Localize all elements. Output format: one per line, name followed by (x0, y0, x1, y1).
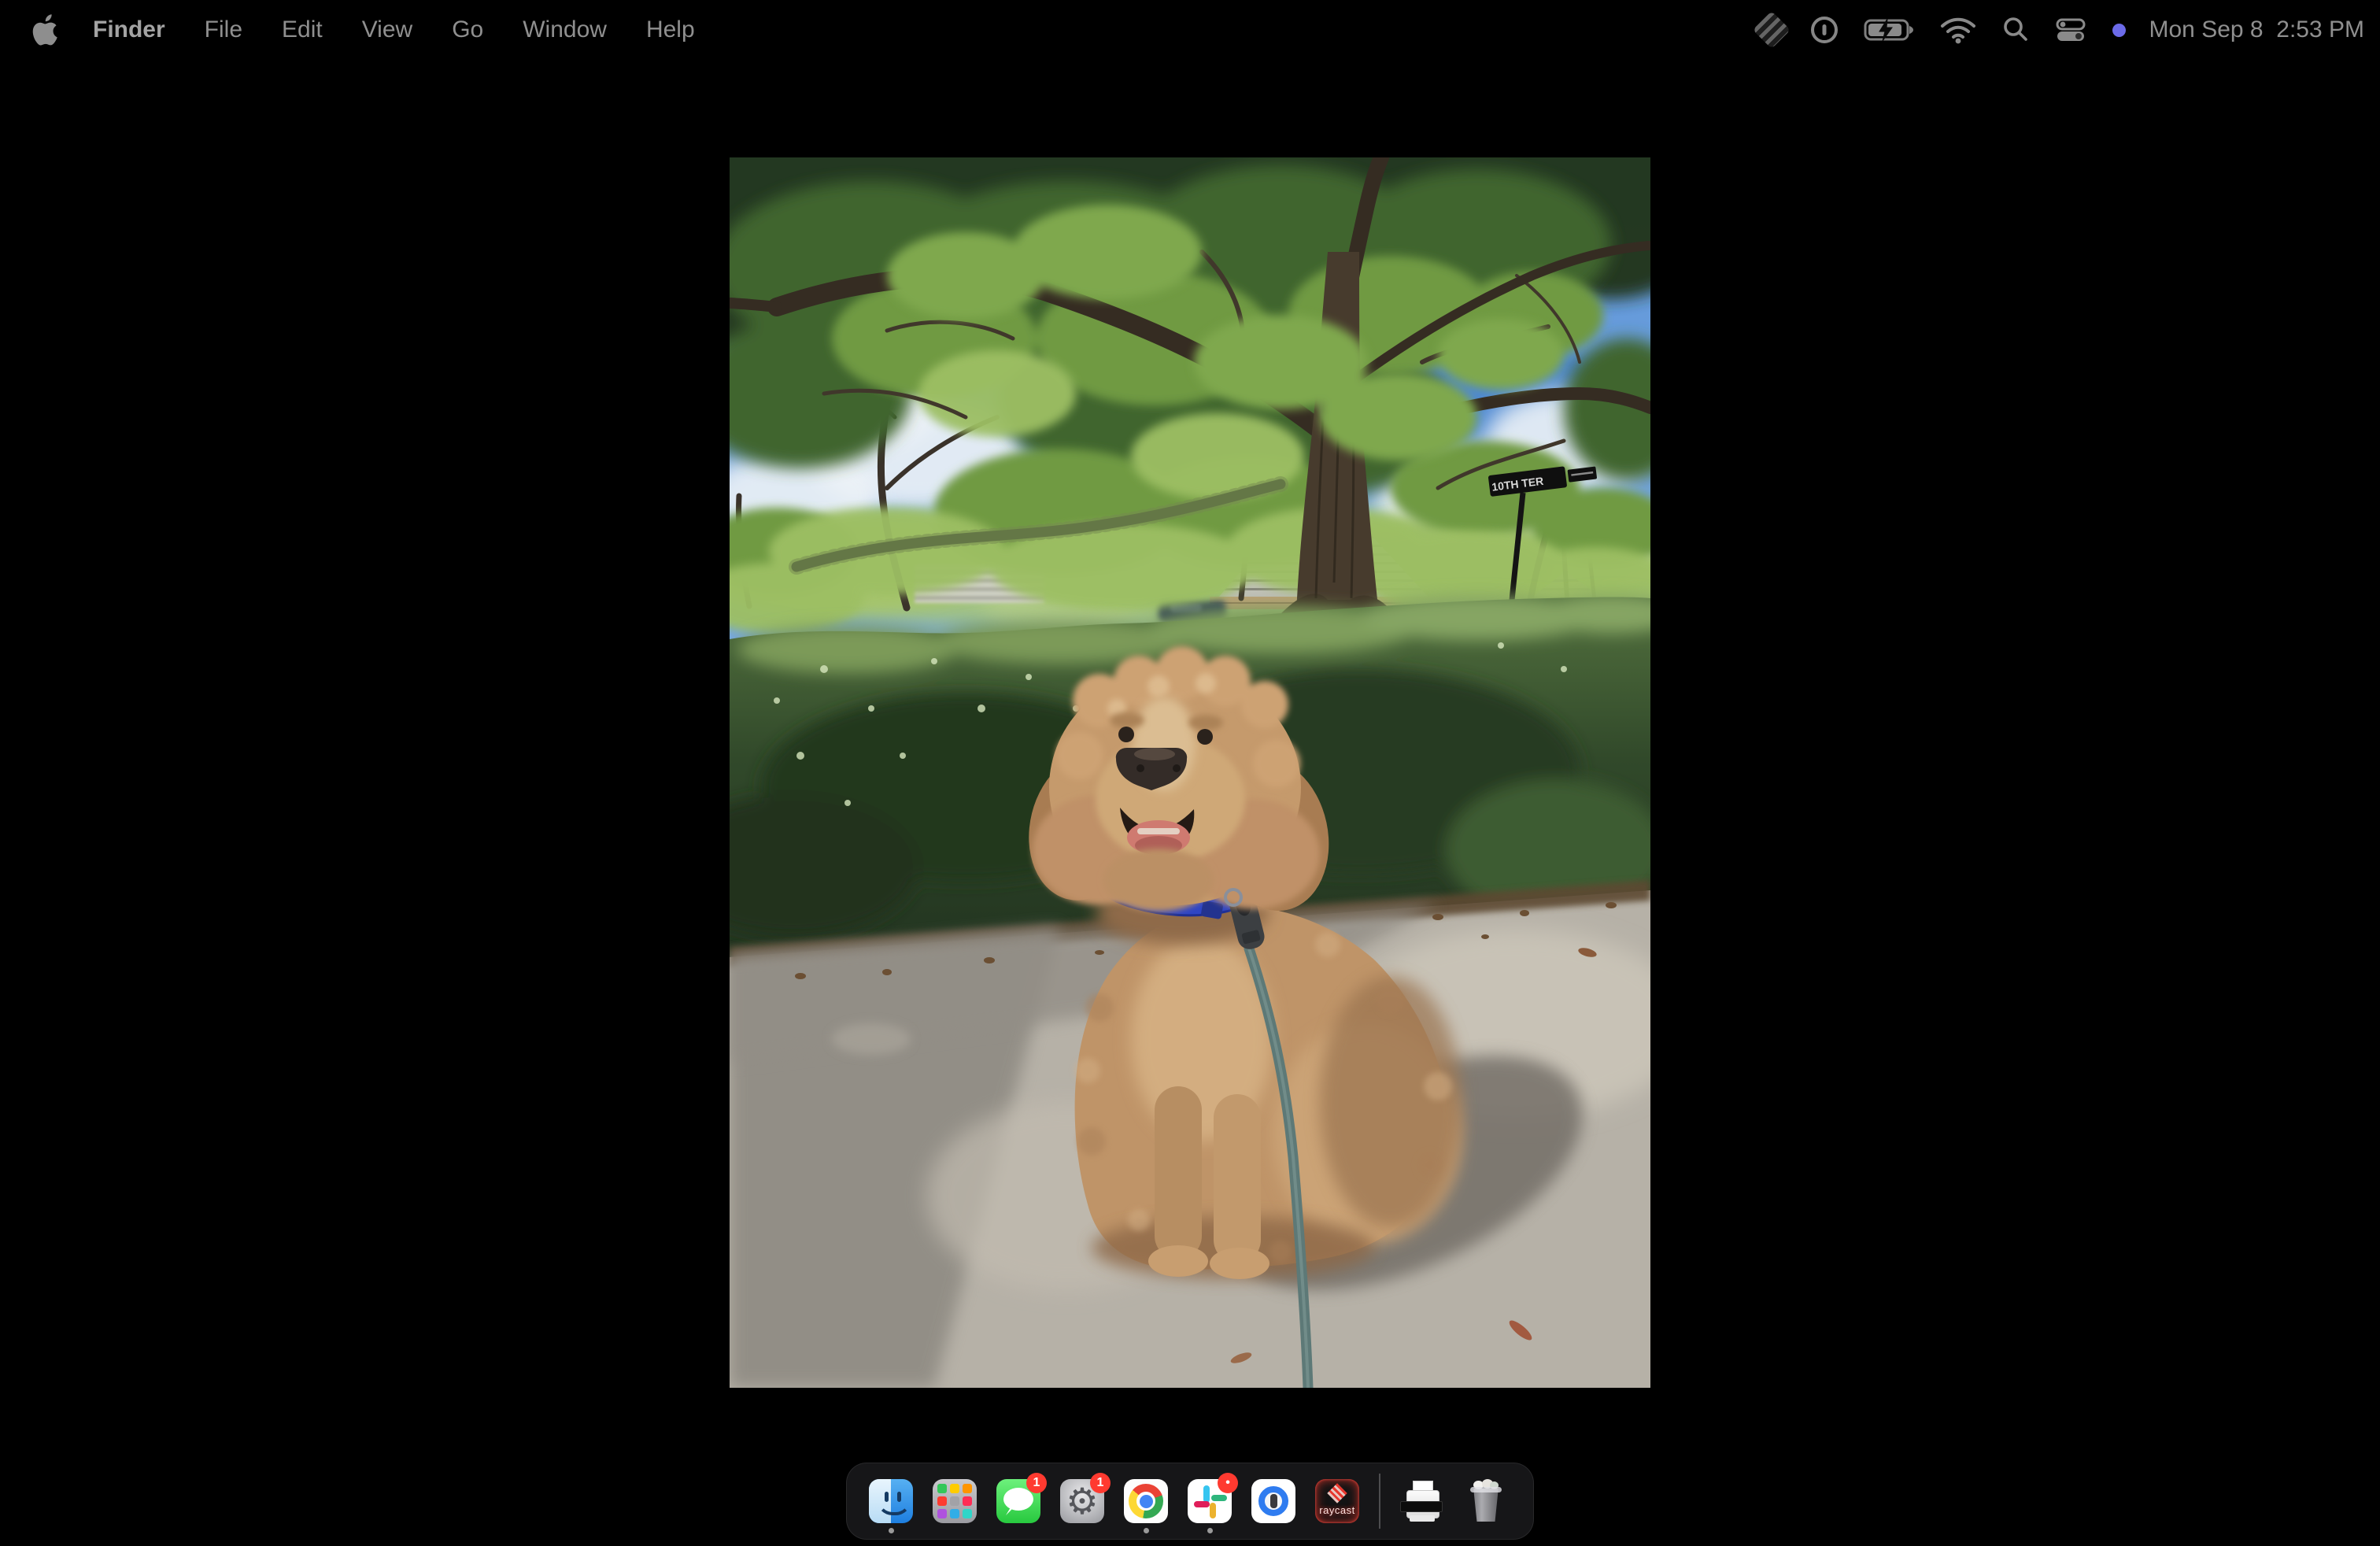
hatched-pointer-icon[interactable] (1758, 0, 1785, 60)
running-indicator (889, 1528, 894, 1533)
raycast-logo-icon (1327, 1483, 1347, 1503)
desktop: Finder File Edit View Go Window Help (0, 0, 2380, 1546)
messages-badge: 1 (1026, 1473, 1047, 1493)
launchpad-icon (933, 1479, 977, 1523)
search-glyph-icon (2001, 14, 2031, 46)
onepassword-icon (1251, 1479, 1295, 1523)
dock: 1 ⚙ 1 • (846, 1463, 1534, 1540)
dock-item-messages[interactable]: 1 (996, 1479, 1040, 1523)
settings-badge: 1 (1090, 1473, 1111, 1493)
dock-item-chrome[interactable] (1124, 1479, 1168, 1523)
dock-item-finder[interactable] (869, 1479, 913, 1523)
dock-item-slack[interactable]: • (1188, 1479, 1232, 1523)
dock-divider (1379, 1474, 1380, 1529)
wifi-glyph-icon (1939, 14, 1977, 46)
finder-icon (869, 1479, 913, 1523)
battery-glyph-icon (1864, 14, 1916, 46)
printer-icon (1400, 1479, 1444, 1523)
running-indicator (1207, 1528, 1213, 1533)
onepassword-menu-icon[interactable] (1809, 0, 1840, 60)
battery-charging-icon[interactable] (1864, 0, 1916, 60)
dock-item-raycast[interactable]: raycast (1315, 1479, 1359, 1523)
raycast-icon: raycast (1315, 1479, 1359, 1523)
dock-item-1password[interactable] (1251, 1479, 1295, 1523)
chrome-icon (1124, 1479, 1168, 1523)
dock-item-trash[interactable] (1464, 1479, 1508, 1523)
menu-bar: Finder File Edit View Go Window Help (0, 0, 2380, 60)
menu-app-name[interactable]: Finder (93, 17, 165, 43)
raycast-label: raycast (1319, 1504, 1354, 1516)
running-indicator (1144, 1528, 1149, 1533)
menu-bar-status: Mon Sep 8 2:53 PM (1758, 0, 2365, 60)
menu-file[interactable]: File (205, 17, 242, 43)
control-center-icon[interactable] (2054, 0, 2089, 60)
focus-indicator-dot[interactable] (2112, 0, 2126, 60)
menu-go[interactable]: Go (452, 17, 483, 43)
menu-window[interactable]: Window (523, 17, 607, 43)
menu-bar-left: Finder File Edit View Go Window Help (0, 14, 734, 46)
trash-full-icon (1464, 1479, 1508, 1523)
menu-edit[interactable]: Edit (282, 17, 323, 43)
spotlight-search-icon[interactable] (2001, 0, 2031, 60)
photo-viewer: 10TH TER (730, 157, 1650, 1388)
dog-photo: 10TH TER (730, 157, 1650, 1388)
menu-view[interactable]: View (362, 17, 412, 43)
dock-item-system-settings[interactable]: ⚙ 1 (1060, 1479, 1104, 1523)
dock-item-printer[interactable] (1400, 1479, 1444, 1523)
menu-help[interactable]: Help (646, 17, 695, 43)
wifi-icon[interactable] (1939, 0, 1977, 60)
menu-bar-clock[interactable]: Mon Sep 8 2:53 PM (2149, 17, 2365, 43)
control-center-glyph-icon (2054, 14, 2089, 46)
apple-menu-icon[interactable] (31, 14, 58, 46)
slack-badge: • (1218, 1473, 1238, 1493)
apple-logo-icon (31, 14, 58, 46)
dock-item-launchpad[interactable] (933, 1479, 977, 1523)
onepassword-glyph-icon (1809, 14, 1840, 46)
